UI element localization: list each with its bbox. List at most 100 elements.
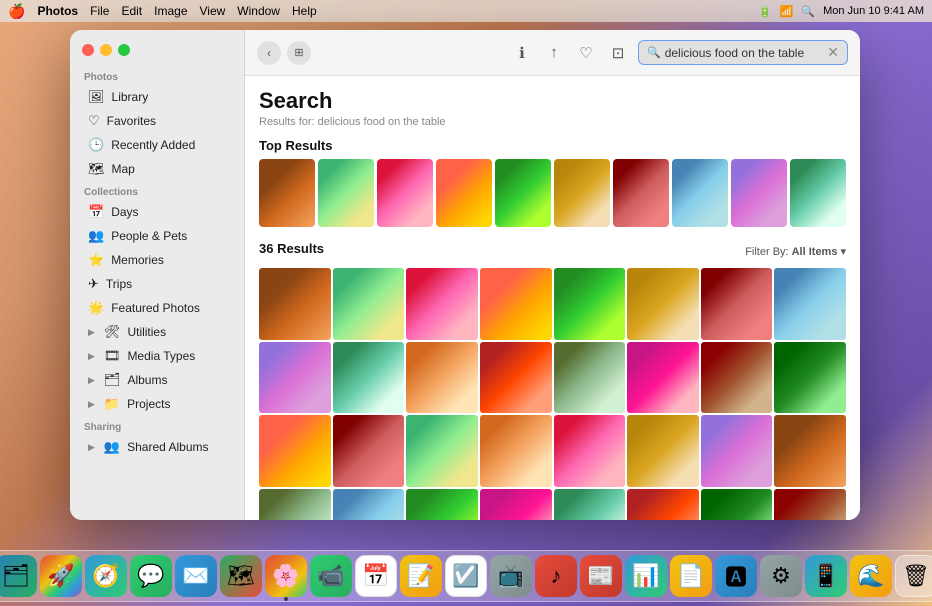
sidebar-item-projects[interactable]: ▶ 📁 Projects [74, 392, 240, 416]
file-menu[interactable]: File [90, 4, 109, 18]
dock-item-launchpad[interactable]: 🚀 [40, 555, 82, 597]
sidebar-shared-albums-label: Shared Albums [127, 440, 208, 454]
photo-item-7[interactable] [774, 268, 846, 340]
top-result-8[interactable] [672, 159, 728, 227]
top-result-7[interactable] [613, 159, 669, 227]
photo-item-30[interactable] [701, 489, 773, 520]
photo-item-27[interactable] [480, 489, 552, 520]
dock-item-appstore[interactable]: 🅰 [715, 555, 757, 597]
dock-item-calendar[interactable]: 📅 [355, 555, 397, 597]
photo-item-23[interactable] [774, 415, 846, 487]
dock-item-facetime[interactable]: 📹 [310, 555, 352, 597]
sidebar-item-media-types[interactable]: ▶ 🎞 Media Types [74, 344, 240, 368]
view-menu[interactable]: View [200, 4, 226, 18]
photo-item-22[interactable] [701, 415, 773, 487]
photo-item-21[interactable] [627, 415, 699, 487]
photo-item-28[interactable] [554, 489, 626, 520]
search-input[interactable] [665, 46, 828, 60]
photo-item-16[interactable] [259, 415, 331, 487]
photo-item-29[interactable] [627, 489, 699, 520]
top-result-9[interactable] [731, 159, 787, 227]
apple-menu[interactable]: 🍎 [8, 3, 25, 20]
top-result-4[interactable] [436, 159, 492, 227]
sidebar-item-albums[interactable]: ▶ 🗂 Albums [74, 368, 240, 392]
dock-item-mail[interactable]: ✉️ [175, 555, 217, 597]
dock-item-maps[interactable]: 🗺 [220, 555, 262, 597]
top-result-1[interactable] [259, 159, 315, 227]
sidebar-item-people-pets[interactable]: 👥 People & Pets [74, 224, 240, 248]
dock-item-music[interactable]: ♪ [535, 555, 577, 597]
sidebar-item-library[interactable]: 🖼 Library [74, 85, 240, 109]
maximize-button[interactable] [118, 44, 130, 56]
dock-item-news[interactable]: 📰 [580, 555, 622, 597]
photo-item-9[interactable] [333, 342, 405, 414]
dock-item-numbers[interactable]: 📊 [625, 555, 667, 597]
sidebar-item-favorites[interactable]: ♡ Favorites [74, 109, 240, 133]
image-menu[interactable]: Image [154, 4, 187, 18]
sidebar-item-shared-albums[interactable]: ▶ 👥 Shared Albums [74, 435, 240, 459]
dock-item-pages[interactable]: 📄 [670, 555, 712, 597]
photo-item-0[interactable] [259, 268, 331, 340]
photo-item-12[interactable] [554, 342, 626, 414]
delete-button[interactable]: ⊡ [606, 41, 630, 65]
photo-item-6[interactable] [701, 268, 773, 340]
dock-item-reminders[interactable]: ☑️ [445, 555, 487, 597]
dock-item-trash[interactable]: 🗑 [895, 555, 932, 597]
dock-item-finder[interactable]: 🗂 [0, 555, 37, 597]
window-menu[interactable]: Window [237, 4, 280, 18]
close-button[interactable] [82, 44, 94, 56]
search-clear-button[interactable]: ✕ [827, 44, 839, 61]
edit-menu[interactable]: Edit [121, 4, 142, 18]
sidebar-item-trips[interactable]: ✈ Trips [74, 272, 240, 296]
photo-item-11[interactable] [480, 342, 552, 414]
dock-item-messages[interactable]: 💬 [130, 555, 172, 597]
share-button[interactable]: ↑ [542, 41, 566, 65]
sidebar-item-days[interactable]: 📅 Days [74, 200, 240, 224]
photo-item-14[interactable] [701, 342, 773, 414]
favorite-button[interactable]: ♡ [574, 41, 598, 65]
dock-item-photos[interactable]: 🌸 [265, 555, 307, 597]
photo-item-31[interactable] [774, 489, 846, 520]
photo-item-26[interactable] [406, 489, 478, 520]
filter-chevron-icon: ▾ [840, 245, 846, 258]
photo-item-4[interactable] [554, 268, 626, 340]
sidebar-item-recently-added[interactable]: 🕒 Recently Added [74, 133, 240, 157]
dock-item-settings[interactable]: ⚙ [760, 555, 802, 597]
photo-item-15[interactable] [774, 342, 846, 414]
top-result-10[interactable] [790, 159, 846, 227]
photo-item-20[interactable] [554, 415, 626, 487]
top-result-2[interactable] [318, 159, 374, 227]
photo-item-13[interactable] [627, 342, 699, 414]
top-result-5[interactable] [495, 159, 551, 227]
dock-item-screensaver[interactable]: 🌊 [850, 555, 892, 597]
sidebar-item-featured-photos[interactable]: 🌟 Featured Photos [74, 296, 240, 320]
dock-item-appletv[interactable]: 📺 [490, 555, 532, 597]
photo-item-25[interactable] [333, 489, 405, 520]
sidebar-item-memories[interactable]: ⭐ Memories [74, 248, 240, 272]
back-button[interactable]: ‹ [257, 41, 281, 65]
rotate-button[interactable]: ⊞ [287, 41, 311, 65]
sidebar-item-utilities[interactable]: ▶ 🛠 Utilities [74, 320, 240, 344]
photo-item-1[interactable] [333, 268, 405, 340]
dock-item-safari[interactable]: 🧭 [85, 555, 127, 597]
info-button[interactable]: ℹ [510, 41, 534, 65]
photo-item-19[interactable] [480, 415, 552, 487]
minimize-button[interactable] [100, 44, 112, 56]
app-name-menu[interactable]: Photos [37, 4, 78, 18]
photo-item-5[interactable] [627, 268, 699, 340]
photo-item-3[interactable] [480, 268, 552, 340]
photo-item-18[interactable] [406, 415, 478, 487]
photo-item-24[interactable] [259, 489, 331, 520]
top-result-6[interactable] [554, 159, 610, 227]
dock-item-notes[interactable]: 📝 [400, 555, 442, 597]
photo-item-2[interactable] [406, 268, 478, 340]
dock-item-iphone[interactable]: 📱 [805, 555, 847, 597]
search-icon[interactable]: 🔍 [801, 5, 815, 18]
photo-item-10[interactable] [406, 342, 478, 414]
photo-item-17[interactable] [333, 415, 405, 487]
photo-item-8[interactable] [259, 342, 331, 414]
help-menu[interactable]: Help [292, 4, 317, 18]
filter-button[interactable]: Filter By: All Items ▾ [745, 245, 846, 258]
top-result-3[interactable] [377, 159, 433, 227]
sidebar-item-map[interactable]: 🗺 Map [74, 157, 240, 181]
